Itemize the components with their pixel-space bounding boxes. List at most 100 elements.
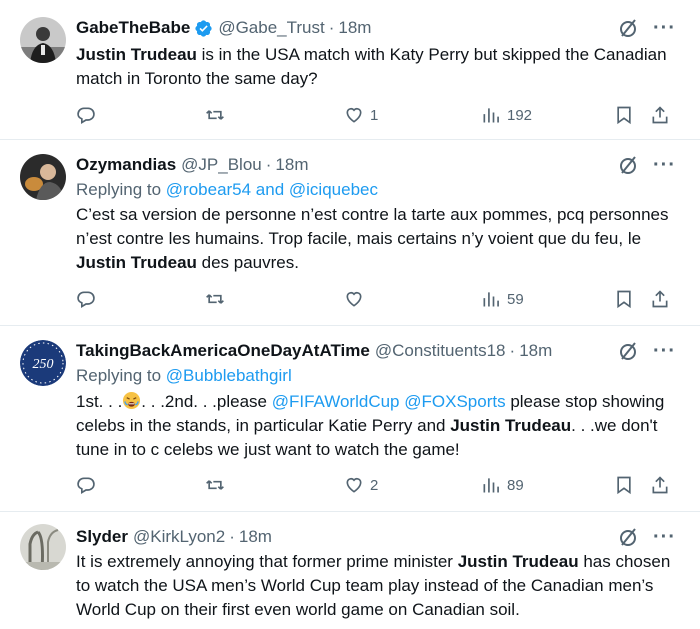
reply-icon xyxy=(76,475,96,495)
tweet-text: It is extremely annoying that former pri… xyxy=(76,550,676,622)
repost-button[interactable] xyxy=(204,474,232,496)
bookmark-icon xyxy=(614,289,634,309)
like-button[interactable]: 2 xyxy=(344,474,378,496)
replying-to-users[interactable]: @Bubblebathgirl xyxy=(166,366,292,385)
repost-button[interactable] xyxy=(204,104,232,126)
tweet-text: 1st. . . . . .2nd. . .please @FIFAWorldCu… xyxy=(76,390,676,462)
grok-slash-icon[interactable] xyxy=(617,17,639,39)
replying-to: Replying to @Bubblebathgirl xyxy=(76,366,292,386)
tweet-header: Slyder @KirkLyon2 · 18m xyxy=(76,526,272,548)
user-handle[interactable]: @Constituents18 xyxy=(375,341,506,361)
separator-dot: · xyxy=(229,527,235,546)
mention-link[interactable]: @FOXSports xyxy=(404,392,505,411)
repost-button[interactable] xyxy=(204,288,232,310)
avatar[interactable] xyxy=(20,524,66,570)
reply-icon xyxy=(76,289,96,309)
separator-dot: · xyxy=(328,18,335,37)
bookmark-button[interactable] xyxy=(614,104,634,126)
tweet-corner-actions: ··· xyxy=(617,526,676,548)
views-button[interactable]: 192 xyxy=(481,104,532,126)
tweet-corner-actions: ··· xyxy=(617,154,676,176)
repost-icon xyxy=(204,289,226,309)
bookmark-button[interactable] xyxy=(614,474,634,496)
avatar[interactable] xyxy=(20,154,66,200)
avatar-text: 250 xyxy=(33,357,54,372)
text-segment: C’est sa version de personne n’est contr… xyxy=(76,205,669,248)
tweet-actions: 1 192 xyxy=(76,104,676,126)
timestamp[interactable]: 18m xyxy=(239,527,272,547)
views-button[interactable]: 59 xyxy=(481,288,524,310)
replying-to-users[interactable]: @robear54 and @iciquebec xyxy=(166,180,378,199)
reply-icon xyxy=(76,105,96,125)
views-count: 89 xyxy=(507,476,524,494)
display-name[interactable]: GabeTheBabe xyxy=(76,18,190,38)
text-segment: It is extremely annoying that former pri… xyxy=(76,552,458,571)
views-count: 59 xyxy=(507,290,524,308)
tweet-header: Ozymandias @JP_Blou · 18m xyxy=(76,154,308,176)
timestamp[interactable]: 18m xyxy=(519,341,552,361)
tweet[interactable]: Ozymandias @JP_Blou · 18m ··· Replying t… xyxy=(0,140,700,326)
views-count: 192 xyxy=(507,106,533,124)
tweet-actions: 2 89 xyxy=(76,474,676,496)
like-icon xyxy=(344,475,364,495)
more-icon[interactable]: ··· xyxy=(653,340,676,362)
tweet[interactable]: Slyder @KirkLyon2 · 18m ··· It is extrem… xyxy=(0,512,700,629)
tweet-header: TakingBackAmericaOneDayAtATime @Constitu… xyxy=(76,340,552,362)
tweet[interactable]: 250 TakingBackAmericaOneDayAtATime @Cons… xyxy=(0,326,700,512)
like-count: 1 xyxy=(370,106,379,124)
more-icon[interactable]: ··· xyxy=(653,17,676,39)
views-icon xyxy=(481,105,501,125)
tweet-text: Justin Trudeau is in the USA match with … xyxy=(76,43,676,91)
avatar[interactable] xyxy=(20,17,66,63)
avatar[interactable]: 250 xyxy=(20,340,66,386)
views-button[interactable]: 89 xyxy=(481,474,524,496)
timestamp[interactable]: 18m xyxy=(338,18,371,38)
separator-dot: · xyxy=(265,155,272,174)
tweet-corner-actions: ··· xyxy=(617,340,676,362)
replying-to-label: Replying to xyxy=(76,180,166,199)
like-button[interactable] xyxy=(344,288,370,310)
timestamp[interactable]: 18m xyxy=(275,155,308,175)
share-icon xyxy=(650,105,670,125)
user-handle[interactable]: @JP_Blou xyxy=(181,155,262,175)
tweet-actions: 59 xyxy=(76,288,676,310)
replying-to-label: Replying to xyxy=(76,366,166,385)
verified-badge-icon xyxy=(194,19,213,38)
mention-link[interactable]: @FIFAWorldCup xyxy=(272,392,400,411)
replying-to: Replying to @robear54 and @iciquebec xyxy=(76,180,378,200)
display-name[interactable]: Slyder xyxy=(76,527,128,547)
like-button[interactable]: 1 xyxy=(344,104,378,126)
share-button[interactable] xyxy=(650,104,670,126)
keyword-highlight: Justin Trudeau xyxy=(76,253,197,272)
views-icon xyxy=(481,289,501,309)
bookmark-button[interactable] xyxy=(614,288,634,310)
tired-face-emoji xyxy=(122,391,141,410)
tweet-feed: GabeTheBabe @Gabe_Trust · 18m ··· Justin… xyxy=(0,0,700,629)
grok-slash-icon[interactable] xyxy=(617,340,639,362)
like-count: 2 xyxy=(370,476,379,494)
share-icon xyxy=(650,475,670,495)
grok-slash-icon[interactable] xyxy=(617,526,639,548)
user-handle[interactable]: @KirkLyon2 xyxy=(133,527,225,547)
separator-dot: · xyxy=(509,341,516,360)
grok-slash-icon[interactable] xyxy=(617,154,639,176)
views-icon xyxy=(481,475,501,495)
share-button[interactable] xyxy=(650,474,670,496)
keyword-highlight: Justin Trudeau xyxy=(457,552,579,571)
share-button[interactable] xyxy=(650,288,670,310)
repost-icon xyxy=(204,105,226,125)
like-icon xyxy=(344,289,364,309)
display-name[interactable]: TakingBackAmericaOneDayAtATime xyxy=(76,341,370,361)
repost-icon xyxy=(204,475,226,495)
tweet-text: C’est sa version de personne n’est contr… xyxy=(76,203,676,275)
more-icon[interactable]: ··· xyxy=(653,526,676,548)
tweet[interactable]: GabeTheBabe @Gabe_Trust · 18m ··· Justin… xyxy=(0,0,700,140)
display-name[interactable]: Ozymandias xyxy=(76,155,176,175)
reply-button[interactable] xyxy=(76,288,102,310)
reply-button[interactable] xyxy=(76,474,102,496)
text-segment: . . .2nd. . .please xyxy=(141,392,272,411)
user-handle[interactable]: @Gabe_Trust xyxy=(218,18,324,38)
more-icon[interactable]: ··· xyxy=(653,154,676,176)
reply-button[interactable] xyxy=(76,104,102,126)
keyword-highlight: Justin Trudeau xyxy=(450,416,572,435)
